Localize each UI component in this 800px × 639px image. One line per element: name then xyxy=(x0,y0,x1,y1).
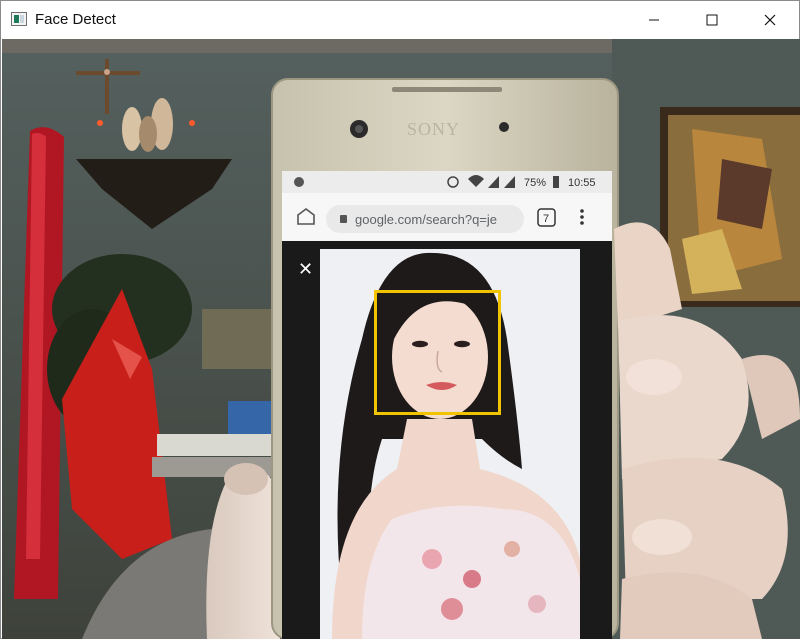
title-bar[interactable]: Face Detect xyxy=(1,1,799,39)
status-time: 10:55 xyxy=(568,177,596,189)
minimize-button[interactable] xyxy=(625,1,683,39)
phone-brand: SONY xyxy=(407,119,460,139)
notification-icon xyxy=(294,177,304,187)
app-window: Face Detect SONY 75% 10:55 google.com/se… xyxy=(0,0,800,639)
url-text[interactable]: google.com/search?q=je xyxy=(355,212,497,227)
minimize-icon xyxy=(649,19,659,21)
tab-count: 7 xyxy=(543,213,549,225)
app-window-icon xyxy=(11,12,27,26)
battery-icon xyxy=(553,176,559,188)
menu-icon[interactable] xyxy=(580,209,584,213)
battery-percent: 75% xyxy=(524,177,546,189)
maximize-icon xyxy=(706,14,718,26)
window-title: Face Detect xyxy=(35,11,116,28)
browser-toolbar: google.com/search?q=je 7 xyxy=(282,193,612,241)
maximize-button[interactable] xyxy=(683,1,741,39)
lock-icon xyxy=(340,215,347,223)
phone-status-bar: 75% 10:55 xyxy=(282,171,612,193)
shelf-items xyxy=(157,434,277,456)
wall-painting xyxy=(660,107,800,307)
camera-feed: SONY 75% 10:55 google.com/search?q=je 7 … xyxy=(2,39,800,639)
face-detection-box xyxy=(374,290,501,415)
wall-panel xyxy=(202,309,272,369)
close-icon xyxy=(764,14,776,26)
close-button[interactable] xyxy=(741,1,799,39)
viewer-close-icon[interactable]: ✕ xyxy=(298,259,313,280)
